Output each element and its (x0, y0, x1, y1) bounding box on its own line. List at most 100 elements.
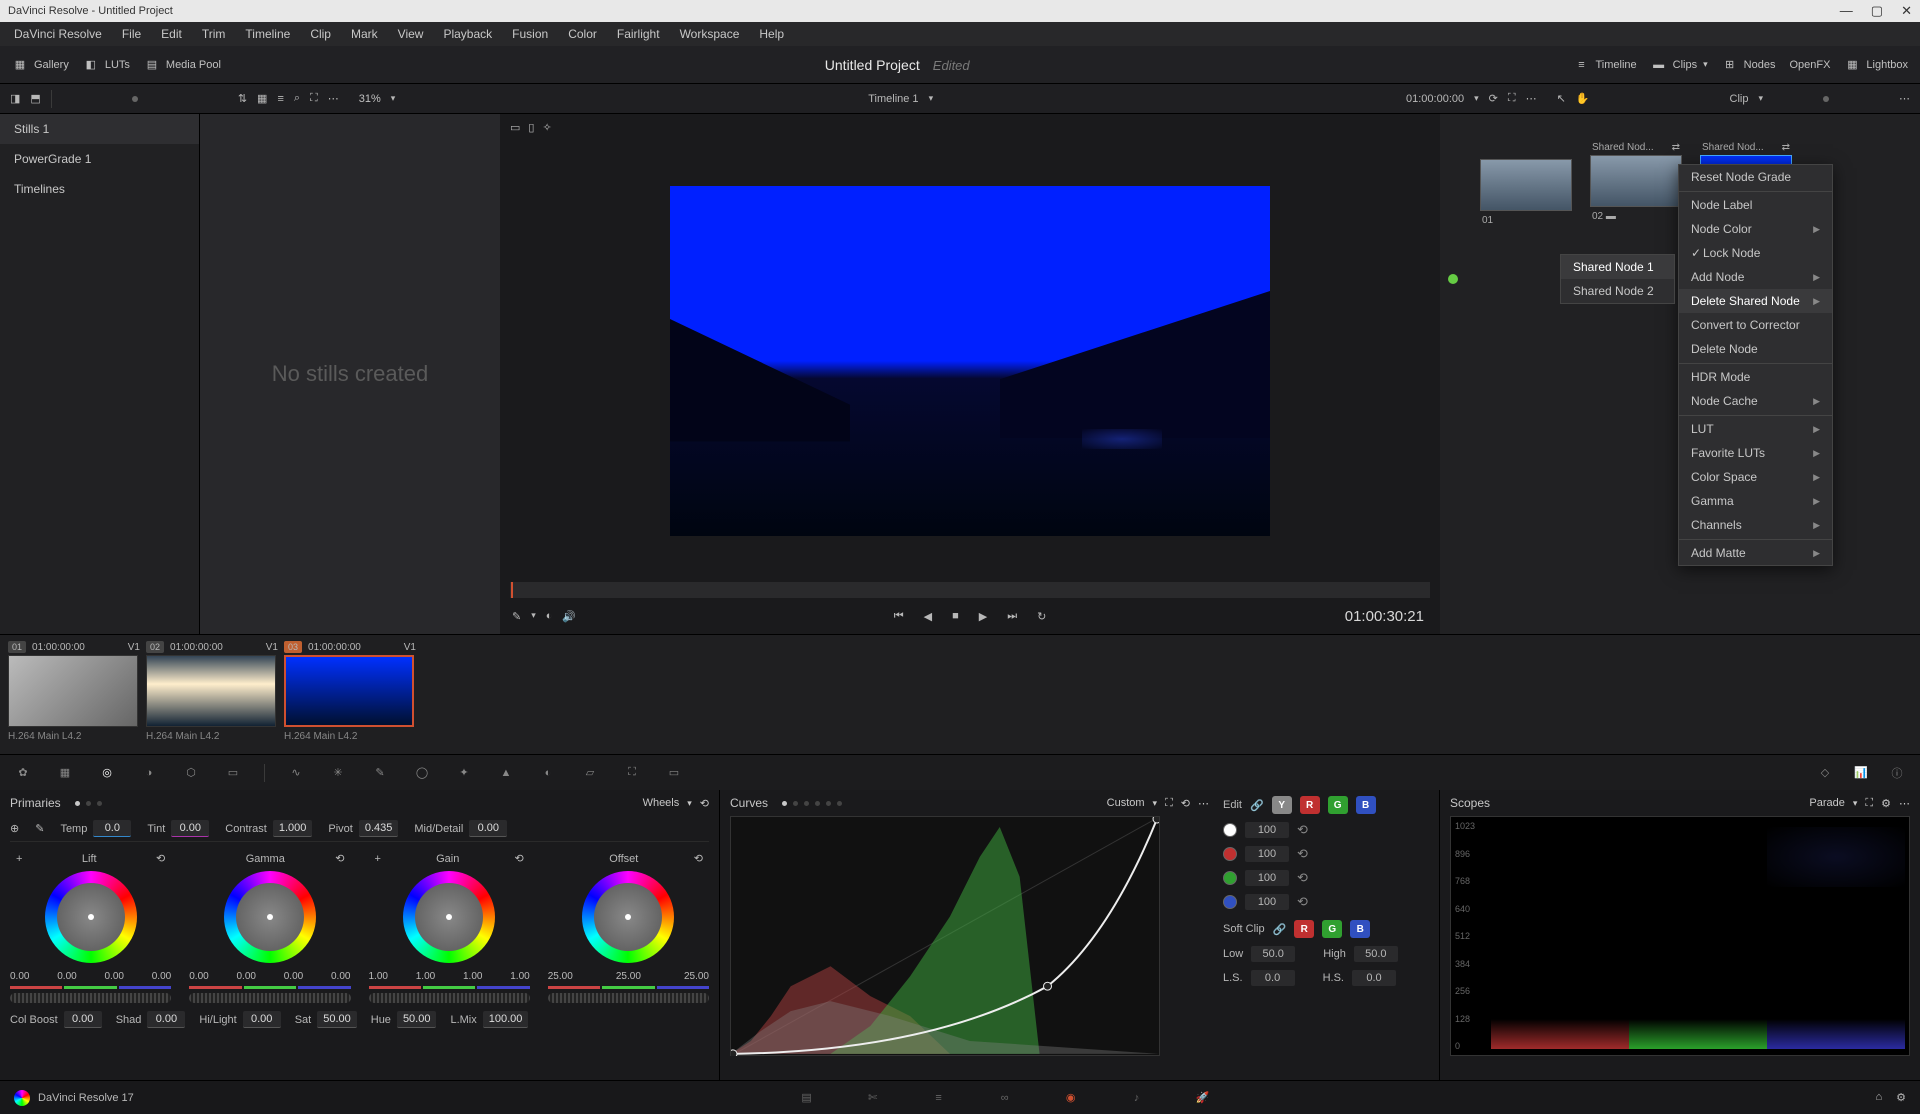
page-cut-icon[interactable]: ✄ (861, 1086, 885, 1110)
ctx-delete-shared-node[interactable]: Delete Shared Node▶ (1679, 289, 1832, 313)
palette-tracker-icon[interactable]: ✦ (453, 762, 475, 784)
reset-icon[interactable]: ⟲ (1297, 870, 1308, 886)
clip-03-thumb[interactable] (284, 655, 414, 727)
link-icon[interactable]: 🔗 (1273, 923, 1287, 936)
curve-editor[interactable] (730, 816, 1160, 1056)
palette-hdr-icon[interactable]: ◑ (138, 762, 160, 784)
palette-curves-icon[interactable]: ∿ (285, 762, 307, 784)
grab-still-icon[interactable]: ⬒ (30, 92, 40, 105)
node-02-shared[interactable]: Shared Nod...⇄ 02 ▬ (1590, 142, 1682, 222)
y-intensity-dot[interactable] (1223, 823, 1237, 837)
reset-icon[interactable]: ⟲ (1181, 797, 1190, 810)
project-settings-icon[interactable]: ⚙ (1896, 1091, 1906, 1104)
pivot-value[interactable]: 0.435 (359, 820, 399, 837)
shad-value[interactable]: 0.00 (147, 1011, 185, 1028)
ctx-delete-node[interactable]: Delete Node (1679, 337, 1832, 361)
chevron-down-icon[interactable]: ▾ (687, 798, 692, 809)
page-deliver-icon[interactable]: 🚀 (1191, 1086, 1215, 1110)
gamma-jog[interactable] (189, 993, 350, 1003)
minimize-icon[interactable]: — (1840, 3, 1853, 19)
more-icon[interactable]: ⋯ (1526, 92, 1537, 105)
search-icon[interactable]: ⌕ (294, 92, 300, 105)
ctx-color-space[interactable]: Color Space▶ (1679, 465, 1832, 489)
menu-workspace[interactable]: Workspace (670, 23, 750, 45)
graph-input[interactable] (1448, 274, 1458, 284)
expand-icon[interactable]: ⛶ (1165, 797, 1173, 810)
expand-viewer-icon[interactable]: ⛶ (1508, 92, 1516, 105)
menu-app[interactable]: DaVinci Resolve (4, 23, 112, 45)
go-start-icon[interactable]: ⏮ (894, 610, 904, 623)
low-value[interactable]: 50.0 (1251, 946, 1295, 962)
ctx-convert-to-corrector[interactable]: Convert to Corrector (1679, 313, 1832, 337)
reset-icon[interactable]: ⟲ (700, 797, 709, 810)
menu-color[interactable]: Color (558, 23, 607, 45)
unmix-icon[interactable]: ◐ (546, 610, 553, 623)
ctx-node-label[interactable]: Node Label (1679, 191, 1832, 217)
reset-icon[interactable]: ⟲ (1297, 894, 1308, 910)
menu-edit[interactable]: Edit (151, 23, 192, 45)
ctx-add-matte[interactable]: Add Matte▶ (1679, 539, 1832, 565)
hilight-value[interactable]: 0.00 (243, 1011, 281, 1028)
chevron-down-icon[interactable]: ▾ (391, 93, 396, 104)
channel-y-button[interactable]: Y (1272, 796, 1292, 814)
primaries-page-dots[interactable] (75, 801, 102, 806)
wand-icon[interactable]: ✧ (542, 121, 551, 134)
more-icon[interactable]: ⋯ (1899, 797, 1910, 810)
lift-wheel[interactable] (45, 871, 137, 963)
home-icon[interactable]: ⌂ (1875, 1091, 1882, 1104)
r-intensity-value[interactable]: 100 (1245, 846, 1289, 862)
clip-01[interactable]: 0101:00:00:00V1 H.264 Main L4.2 (8, 641, 140, 748)
page-edit-icon[interactable]: ≡ (927, 1086, 951, 1110)
palette-wheels-icon[interactable]: ◎ (96, 762, 118, 784)
gain-jog[interactable] (369, 993, 530, 1003)
keyframe-icon[interactable]: ◇ (1814, 762, 1836, 784)
scopes-icon[interactable]: 📊 (1850, 762, 1872, 784)
g-intensity-dot[interactable] (1223, 871, 1237, 885)
menu-fairlight[interactable]: Fairlight (607, 23, 670, 45)
softclip-r-button[interactable]: R (1294, 920, 1314, 938)
ctx-hdr-mode[interactable]: HDR Mode (1679, 363, 1832, 389)
ls-value[interactable]: 0.0 (1251, 970, 1295, 986)
hs-value[interactable]: 0.0 (1352, 970, 1396, 986)
openfx-button[interactable]: OpenFX (1789, 59, 1830, 71)
tint-value[interactable]: 0.00 (171, 820, 209, 837)
hand-icon[interactable]: ✋ (1576, 92, 1590, 105)
mediapool-button[interactable]: ▤ Media Pool (144, 57, 221, 73)
close-icon[interactable]: ✕ (1901, 3, 1912, 19)
page-fusion-icon[interactable]: ∞ (993, 1086, 1017, 1110)
offset-wheel[interactable] (582, 871, 674, 963)
auto-balance-icon[interactable]: ⊕ (10, 822, 19, 835)
gain-reset-icon[interactable]: ⟲ (515, 852, 524, 865)
chevron-down-icon[interactable]: ▾ (1758, 93, 1763, 104)
colboost-value[interactable]: 0.00 (64, 1011, 102, 1028)
curves-page-dots[interactable] (782, 801, 842, 806)
r-intensity-dot[interactable] (1223, 847, 1237, 861)
palette-color-match-icon[interactable]: ▦ (54, 762, 76, 784)
ctx-channels[interactable]: Channels▶ (1679, 513, 1832, 537)
channel-b-button[interactable]: B (1356, 796, 1376, 814)
gamma-reset-icon[interactable]: ⟲ (335, 852, 344, 865)
palette-magic-mask-icon[interactable]: ▲ (495, 762, 517, 784)
menu-help[interactable]: Help (749, 23, 794, 45)
gamma-wheel[interactable] (224, 871, 316, 963)
nodes-button[interactable]: ⊞ Nodes (1722, 57, 1776, 73)
maximize-icon[interactable]: ▢ (1871, 3, 1883, 19)
ctx-add-node[interactable]: Add Node▶ (1679, 265, 1832, 289)
sat-value[interactable]: 50.00 (317, 1011, 357, 1028)
palette-window-icon[interactable]: ◯ (411, 762, 433, 784)
ctx-favorite-luts[interactable]: Favorite LUTs▶ (1679, 441, 1832, 465)
zoom-level[interactable]: 31% (359, 93, 381, 105)
ctx-reset-node-grade[interactable]: Reset Node Grade (1679, 165, 1832, 189)
palette-camera-raw-icon[interactable]: ✿ (12, 762, 34, 784)
picker-icon[interactable]: ✎ (35, 822, 44, 835)
stop-icon[interactable]: ■ (952, 610, 959, 622)
palette-rgb-mixer-icon[interactable]: ⬡ (180, 762, 202, 784)
expand-icon[interactable]: ⛶ (310, 92, 318, 105)
temp-value[interactable]: 0.0 (93, 820, 131, 837)
timeline-button[interactable]: ≡ Timeline (1573, 57, 1636, 73)
node-panel[interactable]: 01 Shared Nod...⇄ 02 ▬ Shared Nod...⇄ Sh… (1440, 114, 1920, 634)
menu-view[interactable]: View (388, 23, 434, 45)
b-intensity-value[interactable]: 100 (1245, 894, 1289, 910)
menu-file[interactable]: File (112, 23, 151, 45)
lift-reset-icon[interactable]: ⟲ (156, 852, 165, 865)
